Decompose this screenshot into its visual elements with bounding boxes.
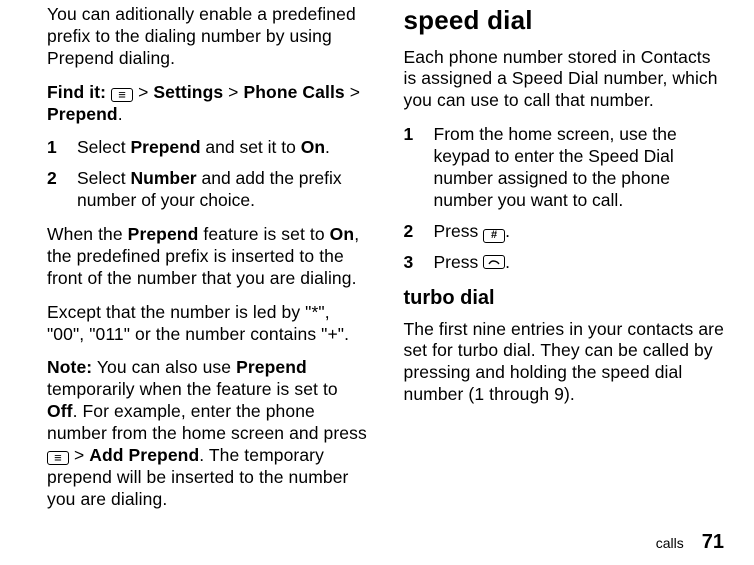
menu-key-icon <box>47 451 69 465</box>
period: . <box>118 104 123 124</box>
text: You can also use <box>92 357 236 377</box>
find-it-label: Find it: <box>47 82 106 102</box>
prepend-intro: You can aditionally enable a predefined … <box>47 4 368 70</box>
path-phone-calls: Phone Calls <box>243 82 344 102</box>
turbo-dial-text: The first nine entries in your contacts … <box>404 319 725 407</box>
sep: > <box>350 82 360 102</box>
text: Select <box>77 137 131 157</box>
step-body: Select Number and add the prefix number … <box>77 168 368 212</box>
text: Press <box>434 221 484 241</box>
left-column: You can aditionally enable a predefined … <box>47 4 368 523</box>
text: . <box>505 221 510 241</box>
step-body: Select Prepend and set it to On. <box>77 137 368 159</box>
speed-dial-steps: 1 From the home screen, use the keypad t… <box>404 124 725 273</box>
footer-page-number: 71 <box>702 530 724 555</box>
footer-section: calls <box>656 535 684 553</box>
bold: Add Prepend <box>89 445 199 465</box>
text: temporarily when the feature is set to <box>47 379 338 399</box>
path-settings: Settings <box>153 82 223 102</box>
text: . For example, enter the phone number fr… <box>47 401 367 443</box>
except-paragraph: Except that the number is led by "*", "0… <box>47 302 368 346</box>
step-number: 2 <box>404 221 434 243</box>
page-footer: calls 71 <box>656 530 724 555</box>
bold: Off <box>47 401 73 421</box>
list-item: 2 Press . <box>404 221 725 243</box>
bold: Prepend <box>236 357 307 377</box>
step-body: Press . <box>434 221 725 243</box>
text: When the <box>47 224 128 244</box>
bold: Prepend <box>128 224 199 244</box>
hash-key-icon <box>483 229 505 243</box>
bold: Prepend <box>131 137 201 157</box>
step-number: 1 <box>404 124 434 212</box>
list-item: 1 Select Prepend and set it to On. <box>47 137 368 159</box>
when-on-paragraph: When the Prepend feature is set to On, t… <box>47 224 368 290</box>
note-label: Note: <box>47 357 92 377</box>
call-key-icon <box>483 255 505 269</box>
text: . <box>505 252 510 272</box>
text: . <box>325 137 330 157</box>
speed-dial-intro: Each phone number stored in Contacts is … <box>404 47 725 113</box>
list-item: 3 Press . <box>404 252 725 274</box>
path-prepend: Prepend <box>47 104 118 124</box>
text: Select <box>77 168 131 188</box>
right-column: speed dial Each phone number stored in C… <box>404 4 725 523</box>
sep: > <box>69 445 89 465</box>
list-item: 2 Select Number and add the prefix numbe… <box>47 168 368 212</box>
heading-turbo-dial: turbo dial <box>404 286 725 311</box>
bold: On <box>301 137 325 157</box>
text: feature is set to <box>198 224 329 244</box>
menu-key-icon <box>111 88 133 102</box>
text: Press <box>434 252 484 272</box>
page-columns: You can aditionally enable a predefined … <box>47 4 724 523</box>
heading-speed-dial: speed dial <box>404 4 725 37</box>
bold: Number <box>131 168 197 188</box>
find-it-line: Find it: > Settings > Phone Calls > Prep… <box>47 82 368 126</box>
bold: On <box>330 224 355 244</box>
note-paragraph: Note: You can also use Prepend temporari… <box>47 357 368 510</box>
sep: > <box>228 82 238 102</box>
step-body: From the home screen, use the keypad to … <box>434 124 725 212</box>
step-number: 3 <box>404 252 434 274</box>
step-number: 1 <box>47 137 77 159</box>
step-number: 2 <box>47 168 77 212</box>
text: and set it to <box>201 137 301 157</box>
sep: > <box>138 82 148 102</box>
step-body: Press . <box>434 252 725 274</box>
list-item: 1 From the home screen, use the keypad t… <box>404 124 725 212</box>
prepend-steps: 1 Select Prepend and set it to On. 2 Sel… <box>47 137 368 212</box>
